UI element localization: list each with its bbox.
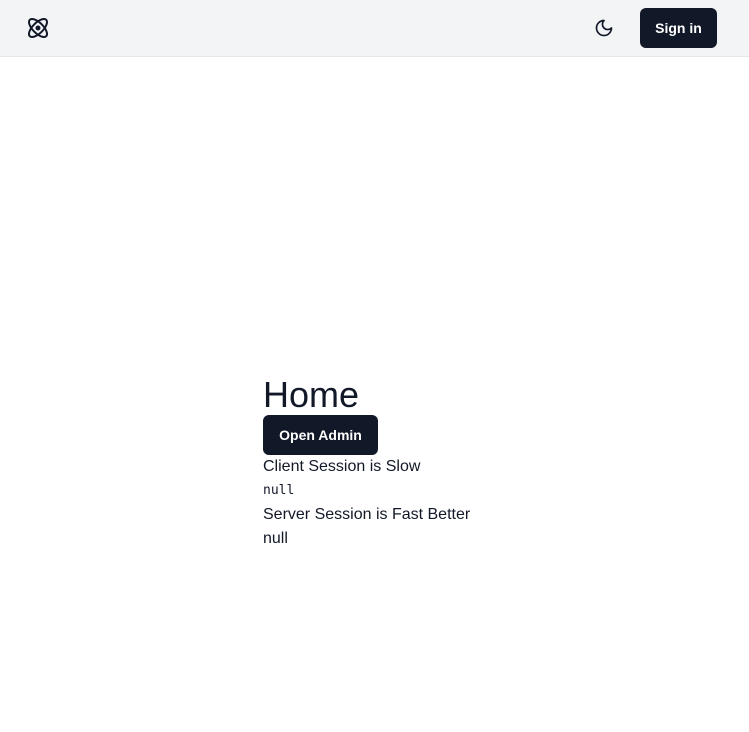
theme-toggle-button[interactable] xyxy=(592,16,616,40)
atom-logo-icon[interactable] xyxy=(26,16,50,40)
top-bar: Sign in xyxy=(0,0,749,57)
main-content: Home Open Admin Client Session is Slow n… xyxy=(263,374,563,551)
sign-in-button[interactable]: Sign in xyxy=(640,8,717,48)
client-session-label: Client Session is Slow xyxy=(263,458,421,475)
client-session-value: null xyxy=(263,483,295,498)
server-session-label: Server Session is Fast Better xyxy=(263,506,471,523)
page-title: Home xyxy=(263,374,360,415)
server-session-value: null xyxy=(263,530,288,547)
moon-icon xyxy=(592,18,616,38)
open-admin-button[interactable]: Open Admin xyxy=(263,415,378,455)
